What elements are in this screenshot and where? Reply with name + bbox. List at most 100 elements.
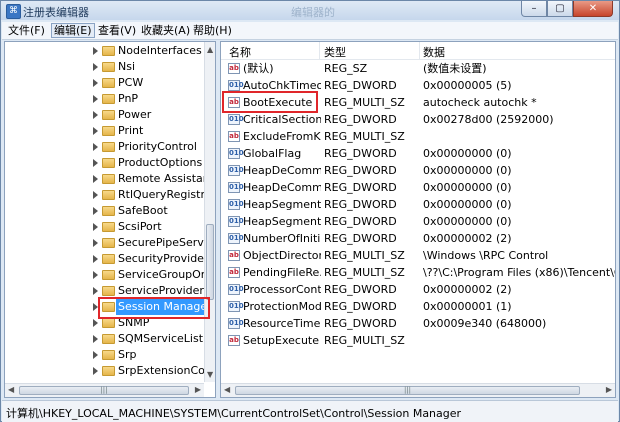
tree-item[interactable]: SQMServiceList [5,331,205,347]
value-data: (数值未设置) [423,62,487,75]
tree-scroll-thumb[interactable] [206,224,214,300]
tree-item-label: Remote Assistance [118,172,216,185]
window-title: 注册表编辑器 [23,6,89,19]
value-row[interactable]: 010HeapSegment...REG_DWORD 0x00000000 (0) [221,196,615,213]
tree-item[interactable]: PCW [5,75,205,91]
value-row[interactable]: 010ResourceTime...REG_DWORD 0x0009e340 (6… [221,315,615,332]
expand-arrow-icon[interactable] [93,319,98,327]
expand-arrow-icon[interactable] [93,79,98,87]
value-type: REG_MULTI_SZ [324,249,405,262]
binary-value-icon: 010 [228,80,244,91]
value-row[interactable]: 010NumberOfIniti...REG_DWORD 0x00000002 (… [221,230,615,247]
key-tree-pane[interactable]: NodeInterfaces Nsi PCW PnP Power Print Priorit… [4,41,216,398]
expand-arrow-icon[interactable] [93,335,98,343]
menu-view[interactable]: 查看(V) [96,24,138,37]
expand-arrow-icon[interactable] [93,111,98,119]
scroll-up-icon[interactable]: ▲ [207,45,213,54]
value-type: REG_MULTI_SZ [324,96,405,109]
scroll-left-icon[interactable]: ◀ [224,385,230,394]
scroll-right-icon[interactable]: ▶ [606,385,612,394]
scroll-down-icon[interactable]: ▼ [207,370,213,379]
folder-icon [102,94,115,104]
expand-arrow-icon[interactable] [93,271,98,279]
tree-vertical-scrollbar[interactable]: ▲ ▼ [204,42,215,382]
tree-item[interactable]: SecurePipeServers [5,235,215,251]
value-row[interactable]: 010ProcessorCont...REG_DWORD 0x00000002 (… [221,281,615,298]
binary-value-icon: 010 [228,318,244,329]
close-button[interactable]: ✕ [573,1,613,17]
string-value-icon: ab [228,63,240,74]
scroll-right-icon[interactable]: ▶ [195,385,201,394]
list-hscroll-thumb[interactable]: ||| [235,386,580,395]
value-row[interactable]: abExcludeFromK...REG_MULTI_SZ [221,128,615,145]
tree-item[interactable]: ProductOptions [5,155,205,171]
tree-item[interactable]: Nsi [5,59,205,75]
tree-item[interactable]: RtlQueryRegistryC [5,187,215,203]
expand-arrow-icon[interactable] [93,127,98,135]
expand-arrow-icon[interactable] [93,143,98,151]
tree-item[interactable]: NodeInterfaces [5,43,205,59]
tree-item-label: PCW [118,76,144,89]
registry-editor-window: ⌘ 注册表编辑器 编辑器的 – ▢ ✕ 文件(F) 编辑(E) 查看(V) 收藏… [0,0,620,422]
column-header-data[interactable]: 数据 [423,44,445,60]
tree-item[interactable]: ServiceGroupOrde [5,267,215,283]
expand-arrow-icon[interactable] [93,207,98,215]
value-type: REG_DWORD [324,147,397,160]
value-row[interactable]: abObjectDirector...REG_MULTI_SZ \Windows … [221,247,615,264]
tree-item[interactable]: SrpExtensionConfi [5,363,215,379]
tree-item[interactable]: Print [5,123,205,139]
menu-file[interactable]: 文件(F) [6,24,47,37]
value-data: 0x00000005 (5) [423,79,512,92]
list-horizontal-scrollbar[interactable]: ◀ ||| ▶ [221,383,615,397]
tree-item-label: ServiceGroupOrde [118,268,216,281]
scroll-left-icon[interactable]: ◀ [8,385,14,394]
tree-hscroll-thumb[interactable]: ||| [19,386,189,395]
menu-favorites[interactable]: 收藏夹(A) [139,24,192,37]
tree-item[interactable]: Power [5,107,205,123]
menu-help[interactable]: 帮助(H) [191,24,234,37]
tree-item[interactable]: PnP [5,91,205,107]
value-row[interactable]: 010 ProtectionMode REG_DWORD 0x00000001 (1) [221,298,615,315]
value-row[interactable]: 010HeapDeComm...REG_DWORD 0x00000000 (0) [221,179,615,196]
value-row[interactable]: 010CriticalSection...REG_DWORD 0x00278d00… [221,111,615,128]
column-header-type[interactable]: 类型 [324,44,346,60]
expand-arrow-icon[interactable] [93,223,98,231]
expand-arrow-icon[interactable] [93,63,98,71]
tree-item[interactable]: SafeBoot [5,203,205,219]
menu-edit[interactable]: 编辑(E) [51,23,95,38]
value-row[interactable]: 010 GlobalFlag REG_DWORD 0x00000000 (0) [221,145,615,162]
expand-arrow-icon[interactable] [93,159,98,167]
expand-arrow-icon[interactable] [93,191,98,199]
expand-arrow-icon[interactable] [93,239,98,247]
tree-horizontal-scrollbar[interactable]: ◀ ||| ▶ [5,383,204,397]
value-row[interactable]: abPendingFileRe...REG_MULTI_SZ \??\C:\Pro… [221,264,615,281]
expand-arrow-icon[interactable] [93,367,98,375]
column-divider[interactable] [319,42,320,59]
column-divider[interactable] [419,42,420,59]
maximize-button[interactable]: ▢ [547,1,573,17]
background-window-title: 编辑器的 [291,6,335,19]
tree-item[interactable]: Srp [5,347,205,363]
value-data: 0x00278d00 (2592000) [423,113,554,126]
expand-arrow-icon[interactable] [93,95,98,103]
expand-arrow-icon[interactable] [93,255,98,263]
value-row[interactable]: ab SetupExecute REG_MULTI_SZ [221,332,615,349]
tree-item[interactable]: ScsiPort [5,219,205,235]
title-bar[interactable]: ⌘ 注册表编辑器 编辑器的 – ▢ ✕ [1,1,619,20]
expand-arrow-icon[interactable] [93,287,98,295]
minimize-button[interactable]: – [521,1,547,17]
value-row[interactable]: 010HeapSegment...REG_DWORD 0x00000000 (0) [221,213,615,230]
expand-arrow-icon[interactable] [93,351,98,359]
value-row[interactable]: 010HeapDeComm...REG_DWORD 0x00000000 (0) [221,162,615,179]
expand-arrow-icon[interactable] [93,47,98,55]
column-header-name[interactable]: 名称 [229,44,251,60]
binary-value-icon: 010 [228,284,244,295]
binary-value-icon: 010 [228,233,244,244]
expand-arrow-icon[interactable] [93,175,98,183]
tree-item[interactable]: SecurityProviders [5,251,214,267]
value-type: REG_DWORD [324,198,397,211]
tree-item-label: RtlQueryRegistryC [118,188,216,201]
tree-item[interactable]: PriorityControl [5,139,205,155]
value-row[interactable]: ab (默认) REG_SZ (数值未设置) [221,60,615,77]
tree-item[interactable]: Remote Assistance [5,171,215,187]
